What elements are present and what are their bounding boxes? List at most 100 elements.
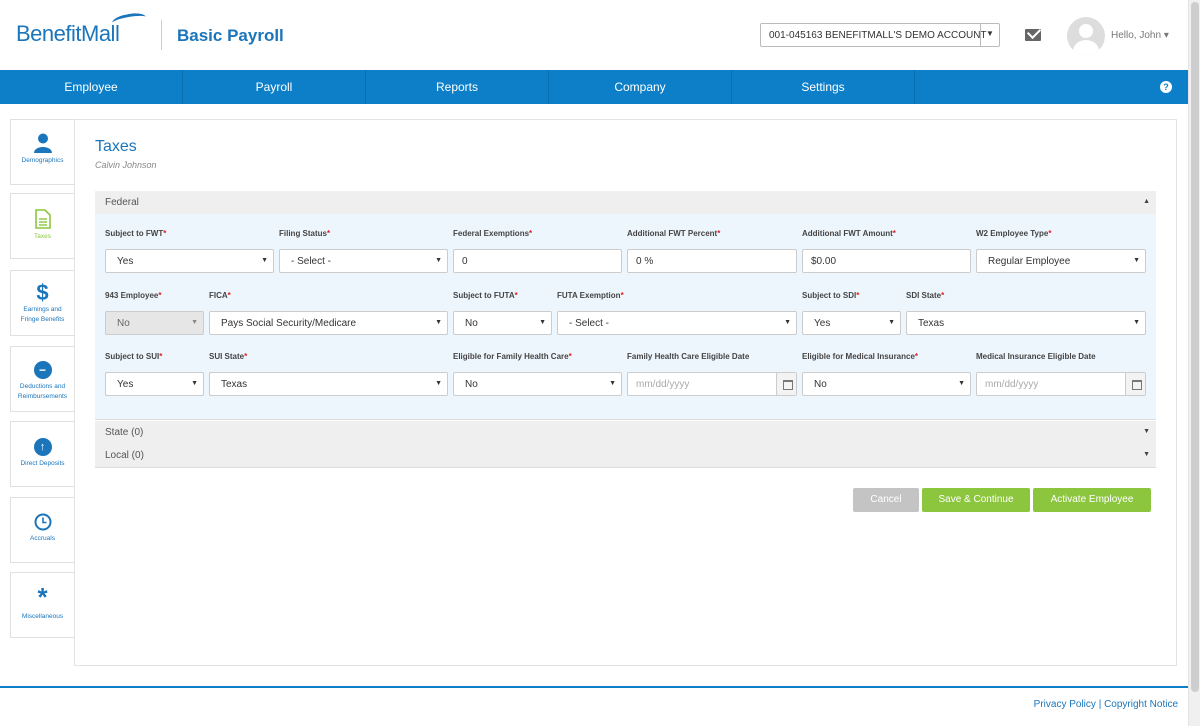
minus-circle-icon: − [33,361,52,379]
section-title: State (0) [105,427,144,438]
page-title: Taxes [95,138,137,155]
scroll-thumb[interactable] [1191,2,1199,692]
caret-down-icon: ▾ [1163,30,1169,41]
main-nav: Employee Payroll Reports Company Setting… [0,70,1188,104]
subject-fwt-label: Subject to FWT* [105,229,167,238]
employee-943-select: No ▼ [105,311,204,335]
footer-divider [0,686,1188,688]
section-title: Local (0) [105,450,144,461]
chevron-down-icon[interactable]: ▼ [980,24,999,46]
app-name: Basic Payroll [177,26,284,45]
filing-status-label: Filing Status* [279,229,331,238]
calendar-icon[interactable] [1125,373,1145,395]
medical-insurance-date-label: Medical Insurance Eligible Date [976,352,1096,361]
family-health-date-input[interactable]: mm/dd/yyyy [627,372,797,396]
footer-links: Privacy Policy | Copyright Notice [1034,699,1178,710]
subject-sui-label: Subject to SUI* [105,352,163,361]
account-select-value: 001-045163 BENEFITMALL'S DEMO ACCOUNT [769,30,987,41]
dropdown-caret-icon: ▼ [261,257,268,264]
sidebar-item-label: Earnings and Fringe Benefits [20,306,65,323]
section-local[interactable]: Local (0) ▼ [95,444,1156,468]
avatar[interactable] [1067,17,1105,55]
dollar-icon: $ [36,280,49,305]
sidebar-item-accruals[interactable]: Accruals [10,497,75,563]
account-select[interactable]: 001-045163 BENEFITMALL'S DEMO ACCOUNT ▼ [760,23,1000,47]
subject-sdi-label: Subject to SDI* [802,291,860,300]
nav-payroll[interactable]: Payroll [183,70,366,104]
sidebar-item-miscellaneous[interactable]: * Miscellaneous [10,572,75,638]
sidebar-item-demographics[interactable]: Demographics [10,119,75,185]
arrow-up-circle-icon: ↑ [33,438,52,456]
mail-icon[interactable] [1025,29,1041,41]
dropdown-caret-icon: ▼ [435,380,442,387]
scrollbar[interactable] [1188,0,1200,726]
save-continue-button[interactable]: Save & Continue [922,488,1030,512]
dropdown-caret-icon: ▼ [1133,319,1140,326]
sui-state-select[interactable]: Texas ▼ [209,372,448,396]
subject-sdi-select[interactable]: Yes ▼ [802,311,901,335]
sidebar-item-label: Direct Deposits [20,460,65,467]
medical-insurance-date-input[interactable]: mm/dd/yyyy [976,372,1146,396]
asterisk-icon: * [37,582,48,612]
futa-exemption-select[interactable]: - Select - ▼ [557,311,797,335]
expand-arrow-icon[interactable]: ▼ [1143,428,1150,435]
section-federal[interactable]: Federal ▲ [95,191,1156,215]
cancel-button[interactable]: Cancel [853,488,919,512]
medical-insurance-select[interactable]: No ▼ [802,372,971,396]
clock-icon [34,513,51,531]
activate-employee-button[interactable]: Activate Employee [1033,488,1151,512]
nav-settings[interactable]: Settings [732,70,915,104]
calendar-icon[interactable] [776,373,796,395]
futa-exemption-label: FUTA Exemption* [557,291,624,300]
subject-sui-select[interactable]: Yes ▼ [105,372,204,396]
sdi-state-select[interactable]: Texas ▼ [906,311,1146,335]
greeting-text: Hello, John [1111,30,1162,41]
sidebar-item-direct-deposits[interactable]: ↑ Direct Deposits [10,421,75,487]
privacy-policy-link[interactable]: Privacy Policy [1034,699,1096,710]
employee-943-label: 943 Employee* [105,291,162,300]
section-state[interactable]: State (0) ▼ [95,421,1156,445]
additional-fwt-amount-label: Additional FWT Amount* [802,229,896,238]
sidebar-item-earnings[interactable]: $ Earnings and Fringe Benefits [10,270,75,336]
sidebar-item-label: Deductions and Reimbursements [17,383,68,400]
fica-select[interactable]: Pays Social Security/Medicare ▼ [209,311,448,335]
expand-arrow-icon[interactable]: ▼ [1143,451,1150,458]
sidebar-item-label: Taxes [34,233,51,240]
sidebar-item-taxes[interactable]: Taxes [10,193,75,259]
employee-name: Calvin Johnson [95,160,157,170]
document-icon [34,209,51,229]
logo-swoosh-icon [111,11,147,29]
nav-employee[interactable]: Employee [0,70,183,104]
nav-company[interactable]: Company [549,70,732,104]
dropdown-caret-icon: ▼ [435,319,442,326]
w2-employee-type-label: W2 Employee Type* [976,229,1052,238]
medical-insurance-label: Eligible for Medical Insurance* [802,352,919,361]
help-icon[interactable]: ? [1160,81,1172,93]
dropdown-caret-icon: ▼ [191,380,198,387]
subject-fwt-select[interactable]: Yes ▼ [105,249,274,273]
dropdown-caret-icon: ▼ [888,319,895,326]
header-divider [161,20,162,50]
collapse-arrow-icon[interactable]: ▲ [1143,198,1150,205]
nav-reports[interactable]: Reports [366,70,549,104]
dropdown-caret-icon: ▼ [609,380,616,387]
sidebar-item-deductions[interactable]: − Deductions and Reimbursements [10,346,75,412]
person-icon [33,133,52,153]
app-header: BenefitMall Basic Payroll 001-045163 BEN… [0,0,1188,70]
federal-exemptions-input[interactable]: 0 [453,249,622,273]
dropdown-caret-icon: ▼ [435,257,442,264]
subject-futa-select[interactable]: No ▼ [453,311,552,335]
sidebar-item-label: Miscellaneous [21,613,64,620]
user-menu[interactable]: Hello, John ▾ [1111,30,1169,41]
filing-status-select[interactable]: - Select - ▼ [279,249,448,273]
additional-fwt-percent-input[interactable]: 0 % [627,249,797,273]
copyright-notice-link[interactable]: Copyright Notice [1104,699,1178,710]
family-health-care-select[interactable]: No ▼ [453,372,622,396]
dropdown-caret-icon: ▼ [191,319,198,326]
benefitmall-logo[interactable]: BenefitMall [16,21,120,47]
subject-futa-label: Subject to FUTA* [453,291,518,300]
w2-employee-type-select[interactable]: Regular Employee ▼ [976,249,1146,273]
family-health-date-label: Family Health Care Eligible Date [627,352,750,361]
additional-fwt-amount-input[interactable]: $0.00 [802,249,971,273]
sui-state-label: SUI State* [209,352,248,361]
